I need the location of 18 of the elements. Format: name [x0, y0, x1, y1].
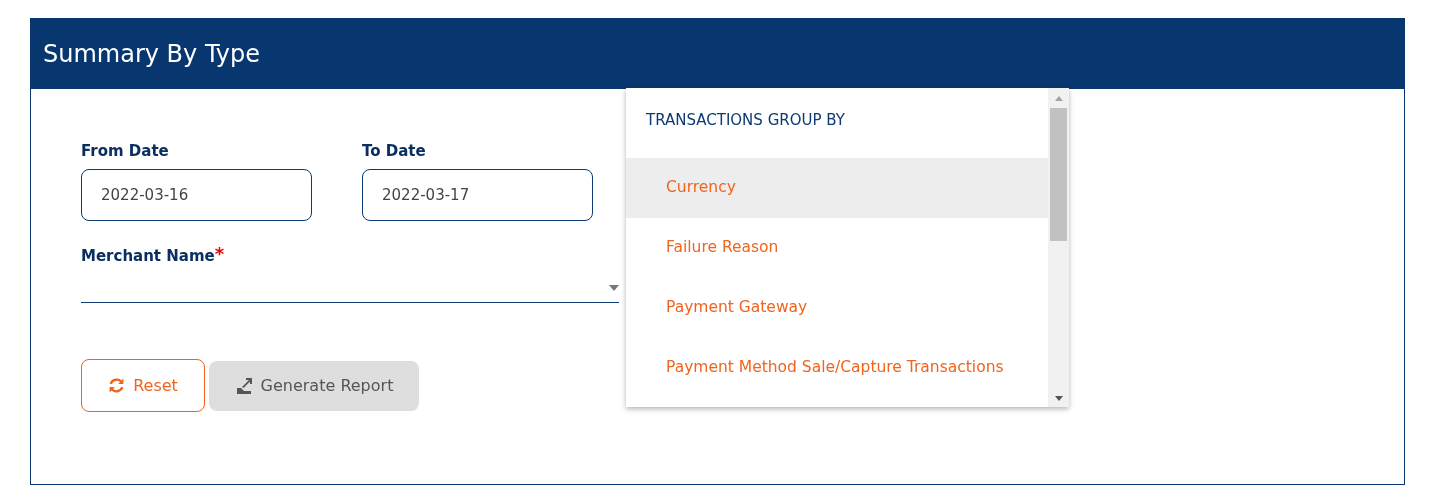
dropdown-header: TRANSACTIONS GROUP BY: [646, 111, 845, 129]
export-icon: [234, 377, 253, 394]
dropdown-option[interactable]: Payment Gateway: [626, 278, 1048, 338]
page-title: Summary By Type: [43, 39, 261, 70]
caret-icon: [609, 284, 619, 291]
dropdown-option[interactable]: Failure Reason: [626, 218, 1048, 278]
required-mark: *: [214, 244, 225, 263]
reset-button[interactable]: Reset: [81, 359, 205, 412]
dropdown-option[interactable]: Payment Method Sale/Capture Transactions: [626, 338, 1048, 398]
scrollbar-thumb[interactable]: [1050, 108, 1067, 241]
scrollbar[interactable]: [1048, 88, 1069, 407]
field-label: To Date: [362, 141, 426, 162]
date-field[interactable]: 2022-03-17: [362, 168, 593, 221]
field-label: Merchant Name: [81, 245, 215, 267]
date-field[interactable]: 2022-03-16: [81, 168, 312, 221]
refresh-icon: [108, 377, 126, 394]
field-label: From Date: [81, 141, 169, 162]
dropdown-option[interactable]: Currency: [626, 158, 1048, 218]
